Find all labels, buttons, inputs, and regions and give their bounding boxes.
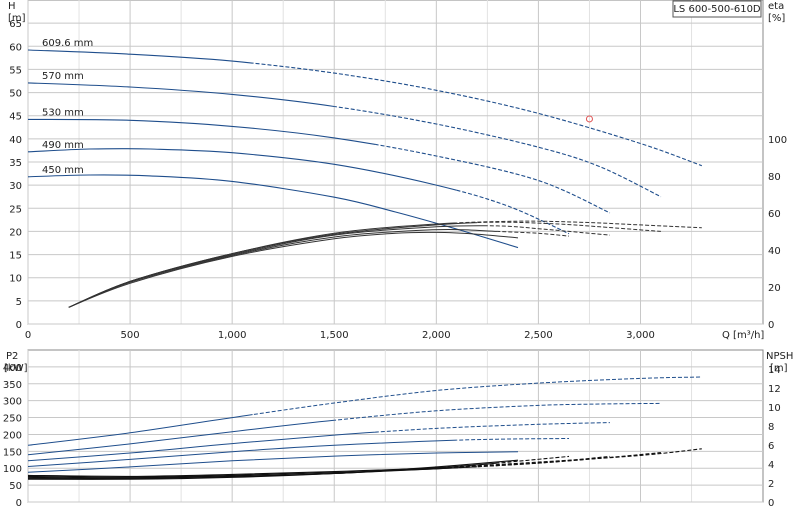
npsh-tick-label-6: 12: [768, 384, 781, 395]
npsh-tick-label-4: 8: [768, 422, 774, 433]
curve-label-0: 609.6 mm: [42, 38, 93, 49]
chart-title: LS 600-500-610D: [673, 4, 761, 15]
x-tick-label-6: 3,000: [626, 330, 655, 341]
y2-tick-label-1: 20: [768, 283, 781, 294]
pump-curve-chart: 609.6 mm570 mm530 mm490 mm450 mm 0 500 1,0…: [3, 0, 793, 509]
npsh-tick-label-5: 10: [768, 403, 781, 414]
npsh-tick-label-1: 2: [768, 479, 774, 490]
y2-tick-label-0: 0: [768, 320, 774, 331]
npsh-tick-label-3: 6: [768, 441, 774, 452]
x-tick-label-1: 500: [121, 330, 140, 341]
y-tick-label-2: 10: [9, 274, 22, 285]
x-tick-label-0: 0: [25, 330, 31, 341]
y2-tick-label-3: 60: [768, 209, 781, 220]
y-tick-label-10: 50: [9, 89, 22, 100]
y2-axis-unit-eta: [%]: [768, 13, 785, 24]
y-axis-label-p2: P2: [6, 351, 18, 362]
y-tick-label-7: 35: [9, 158, 22, 169]
npsh-tick-label-2: 4: [768, 460, 774, 471]
curve-label-3: 490 mm: [42, 140, 84, 151]
y-tick-label-12: 60: [9, 42, 22, 53]
curve-label-1: 570 mm: [42, 71, 84, 82]
p2-tick-label-4: 200: [3, 430, 22, 441]
y-tick-label-3: 15: [9, 251, 22, 262]
y2-axis-label-npsh: NPSH: [766, 351, 793, 362]
y-axis-unit-p2: [kW]: [4, 363, 28, 374]
p2-tick-label-2: 100: [3, 464, 22, 475]
y-axis-label-head: H: [8, 1, 16, 12]
y-axis-unit-head: [m]: [8, 13, 26, 24]
y-tick-label-4: 20: [9, 227, 22, 238]
y-tick-label-6: 30: [9, 181, 22, 192]
npsh-tick-label-0: 0: [768, 498, 774, 509]
p2-tick-label-0: 0: [16, 498, 22, 509]
p2-tick-label-7: 350: [3, 380, 22, 391]
y2-tick-label-4: 80: [768, 172, 781, 183]
y2-axis-label-eta: eta: [768, 1, 784, 12]
y2-axis-unit-npsh: [m]: [770, 363, 788, 374]
p2-tick-label-3: 150: [3, 447, 22, 458]
p2-tick-label-5: 250: [3, 414, 22, 425]
curve-label-2: 530 mm: [42, 107, 84, 118]
x-tick-label-5: 2,500: [524, 330, 553, 341]
x-tick-label-3: 1,500: [320, 330, 349, 341]
y2-tick-label-2: 40: [768, 246, 781, 257]
p2-tick-label-1: 50: [9, 481, 22, 492]
p2-tick-label-6: 300: [3, 397, 22, 408]
x-axis-label: Q [m³/h]: [722, 330, 764, 341]
y-tick-label-9: 45: [9, 112, 22, 123]
y-tick-label-0: 0: [16, 320, 22, 331]
x-tick-label-4: 2,000: [422, 330, 451, 341]
x-tick-label-2: 1,000: [218, 330, 247, 341]
y-tick-label-11: 55: [9, 65, 22, 76]
y2-tick-label-5: 100: [768, 135, 787, 146]
y-tick-label-1: 5: [16, 297, 22, 308]
y-tick-label-8: 40: [9, 135, 22, 146]
curve-label-4: 450 mm: [42, 165, 84, 176]
y-tick-label-5: 25: [9, 204, 22, 215]
